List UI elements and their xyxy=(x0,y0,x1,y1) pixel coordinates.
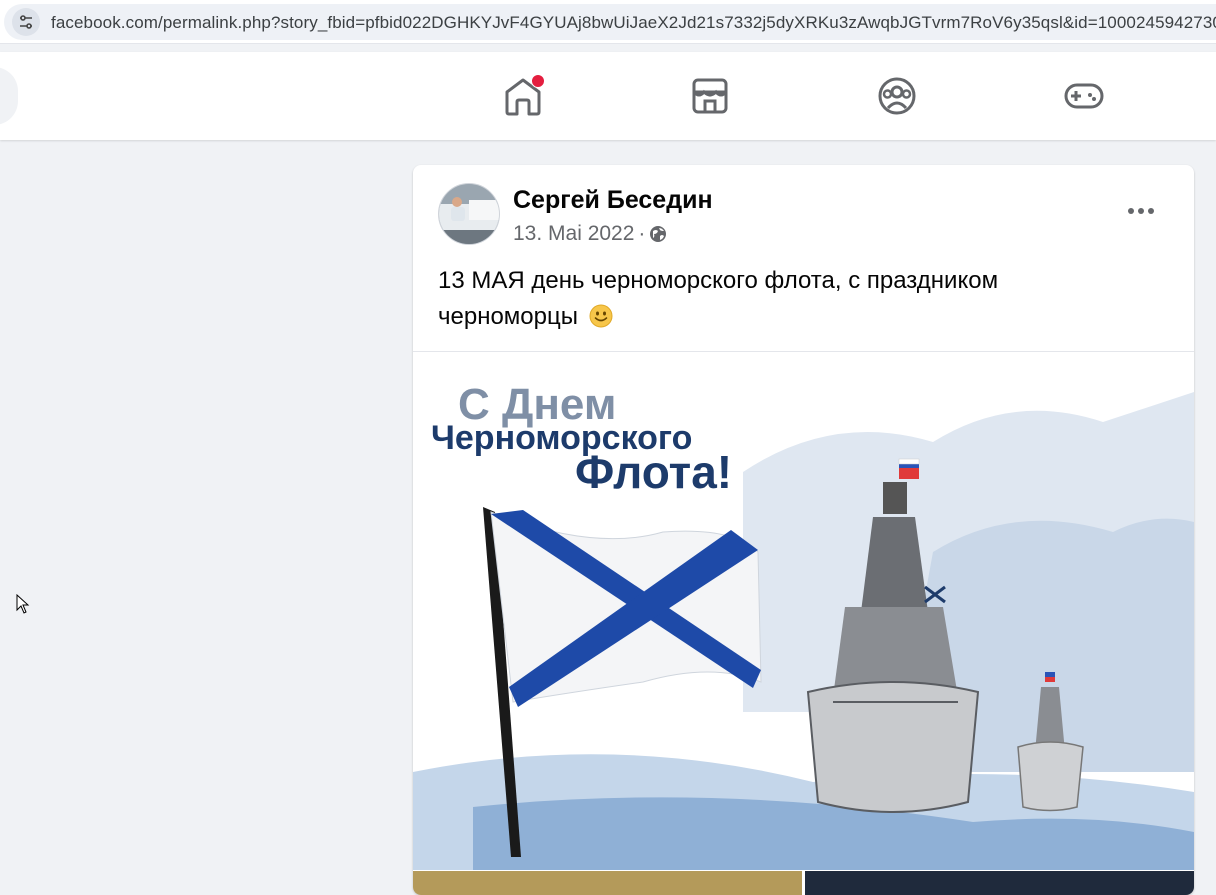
site-info-icon[interactable] xyxy=(12,8,40,36)
marketplace-icon xyxy=(692,78,728,114)
post-image[interactable]: С Днем Черноморского Флота! xyxy=(413,351,1194,870)
photo-thumbnail[interactable] xyxy=(805,871,1194,895)
meta-separator: · xyxy=(638,222,646,245)
facebook-top-nav xyxy=(0,52,1216,140)
photo-thumbnail[interactable] xyxy=(413,871,802,895)
groups-icon xyxy=(878,77,916,115)
nav-marketplace[interactable] xyxy=(688,74,732,118)
post-text-content: 13 МАЯ день черноморского флота, с празд… xyxy=(438,267,999,330)
author-name[interactable]: Сергей Беседин xyxy=(513,186,713,215)
nav-gaming[interactable] xyxy=(1062,74,1106,118)
avatar[interactable] xyxy=(438,183,500,245)
post-meta: 13. Mai 2022 · xyxy=(513,222,667,249)
flag-graphic xyxy=(490,510,762,707)
more-options-button[interactable] xyxy=(1125,201,1157,221)
post-text: 13 МАЯ день черноморского флота, с празд… xyxy=(438,263,1138,335)
more-photos-strip xyxy=(413,871,1194,895)
browser-address-bar: facebook.com/permalink.php?story_fbid=pf… xyxy=(0,0,1216,44)
smile-emoji-icon xyxy=(589,303,613,328)
url-text[interactable]: facebook.com/permalink.php?story_fbid=pf… xyxy=(51,13,1216,33)
gaming-icon xyxy=(1064,83,1104,109)
mouse-cursor-icon xyxy=(16,593,30,619)
url-field[interactable]: facebook.com/permalink.php?story_fbid=pf… xyxy=(4,4,1216,40)
nav-home[interactable] xyxy=(501,74,545,118)
nav-groups[interactable] xyxy=(875,74,919,118)
notification-dot xyxy=(531,74,545,88)
post-card: Сергей Беседин 13. Mai 2022 · 13 МАЯ день… xyxy=(413,165,1194,895)
search-button[interactable] xyxy=(0,67,18,125)
image-heading-line3: Флота! xyxy=(575,446,732,498)
post-date[interactable]: 13. Mai 2022 xyxy=(513,222,634,245)
globe-icon xyxy=(649,225,667,249)
